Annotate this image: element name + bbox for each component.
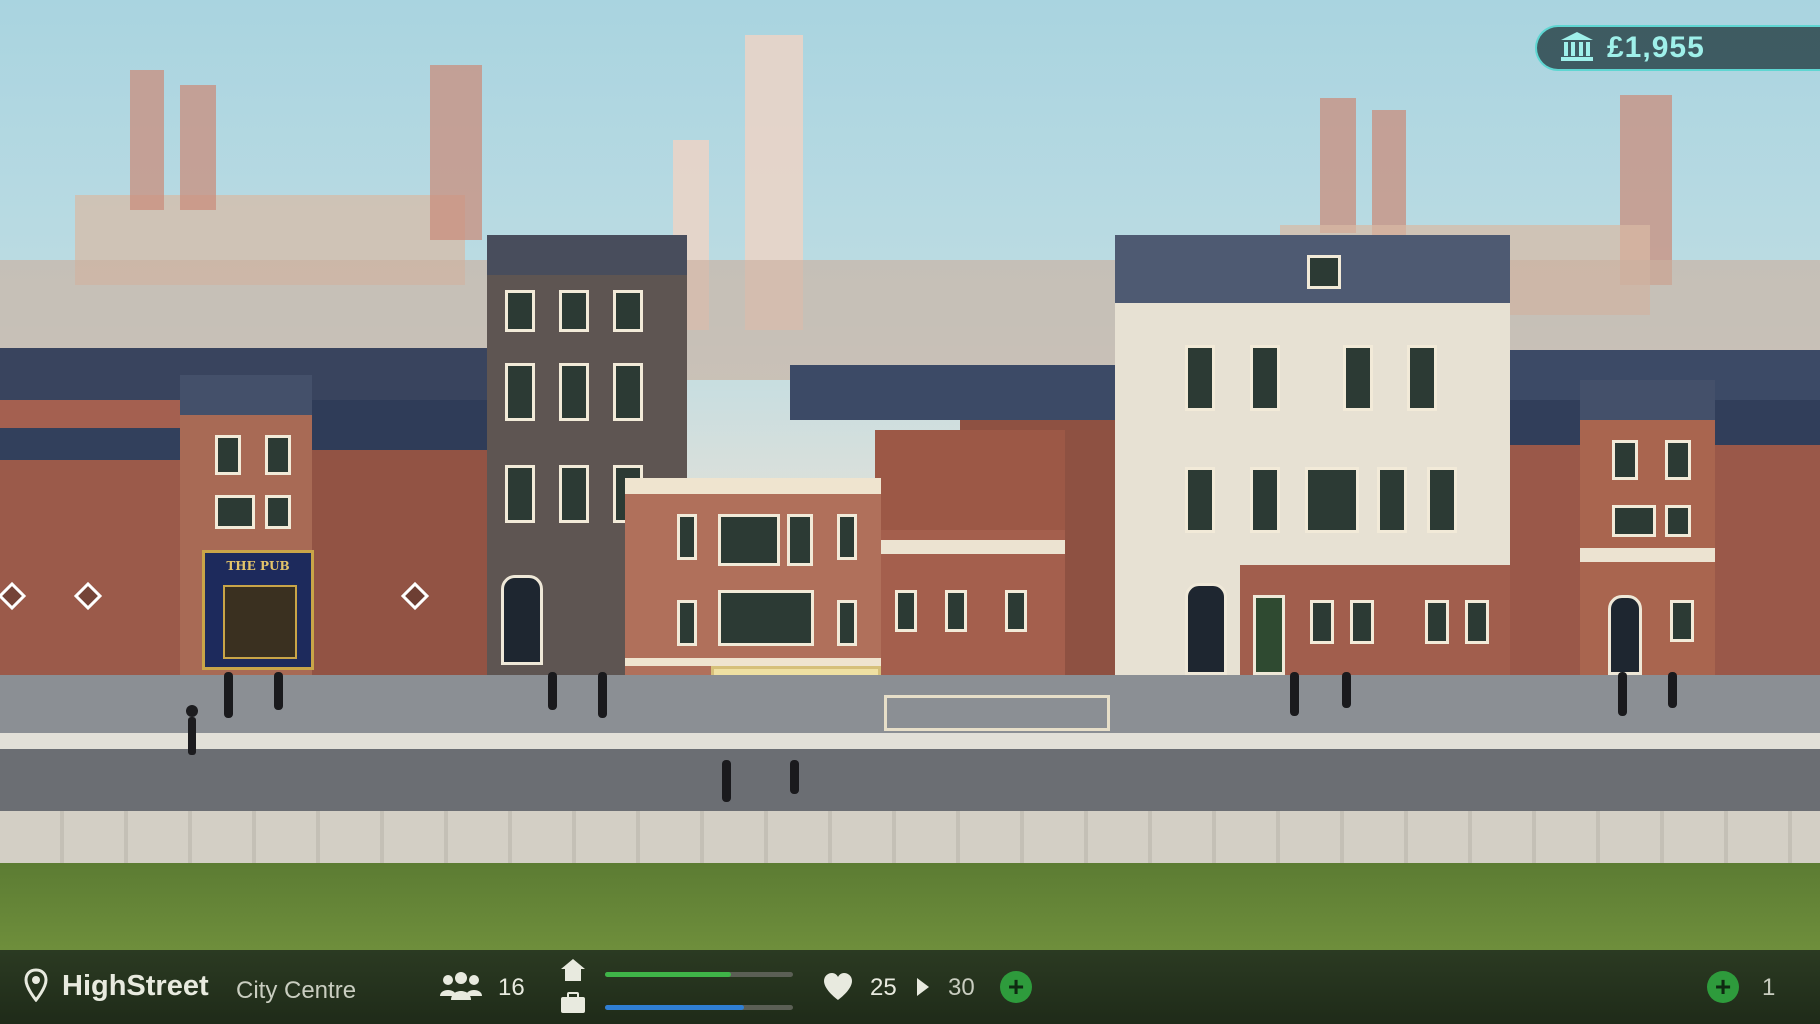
chimney <box>180 85 216 210</box>
building-leg <box>1668 672 1677 708</box>
pedestrian <box>186 705 198 757</box>
bonus-button[interactable]: + <box>1707 971 1739 1003</box>
building-leg <box>1618 672 1627 716</box>
pavement-line <box>0 733 1820 749</box>
map-pin-icon <box>24 968 48 1007</box>
housing-bar-fill <box>605 972 731 977</box>
building-leg <box>224 672 233 718</box>
right-brick-house[interactable] <box>1580 380 1715 675</box>
bottom-status-bar: HighStreet City Centre 16 25 30 + + 1 <box>0 950 1820 1024</box>
pub-sign: THE PUB <box>226 559 290 573</box>
chimney <box>430 65 482 240</box>
building-leg <box>548 672 557 710</box>
location-area: City Centre <box>236 977 357 1004</box>
housing-bar <box>605 972 793 977</box>
bank-balance[interactable]: £1,955 <box>1535 25 1820 71</box>
cream-mansion[interactable] <box>1115 235 1510 675</box>
road <box>0 749 1820 811</box>
happiness-target: 30 <box>948 974 975 1001</box>
jobs-bar-fill <box>605 1005 745 1010</box>
briefcase-icon <box>560 992 586 1019</box>
building-leg <box>722 760 731 802</box>
people-icon <box>440 972 482 1007</box>
location-street[interactable]: HighStreet <box>62 970 209 1003</box>
grass <box>0 863 1820 950</box>
chimney <box>1320 98 1356 233</box>
game-scene: THE PUB <box>0 0 1820 950</box>
house-icon <box>560 958 586 987</box>
jobs-bar <box>605 1005 793 1010</box>
heart-icon <box>822 972 854 1007</box>
chimney <box>1372 110 1406 235</box>
pub-building[interactable]: THE PUB <box>180 375 314 675</box>
bank-icon <box>1559 30 1595 66</box>
plus-icon: + <box>1714 971 1732 1002</box>
building-leg <box>274 672 283 710</box>
bonus-count: 1 <box>1762 974 1776 1001</box>
bank-amount: £1,955 <box>1607 31 1705 64</box>
brick-hall[interactable] <box>875 430 1065 675</box>
play-arrow-icon <box>916 977 930 1002</box>
curb <box>0 811 1820 863</box>
plus-icon: + <box>1007 971 1025 1002</box>
population-count: 16 <box>498 974 525 1001</box>
add-happiness-button[interactable]: + <box>1000 971 1032 1003</box>
building-leg <box>1290 672 1299 716</box>
building-leg <box>598 672 607 718</box>
building-leg <box>1342 672 1351 708</box>
happiness-current: 25 <box>870 974 897 1001</box>
building-leg <box>790 760 799 794</box>
pub-front[interactable]: THE PUB <box>202 550 314 670</box>
chimney <box>130 70 164 210</box>
empty-plot-outline[interactable] <box>884 695 1110 731</box>
